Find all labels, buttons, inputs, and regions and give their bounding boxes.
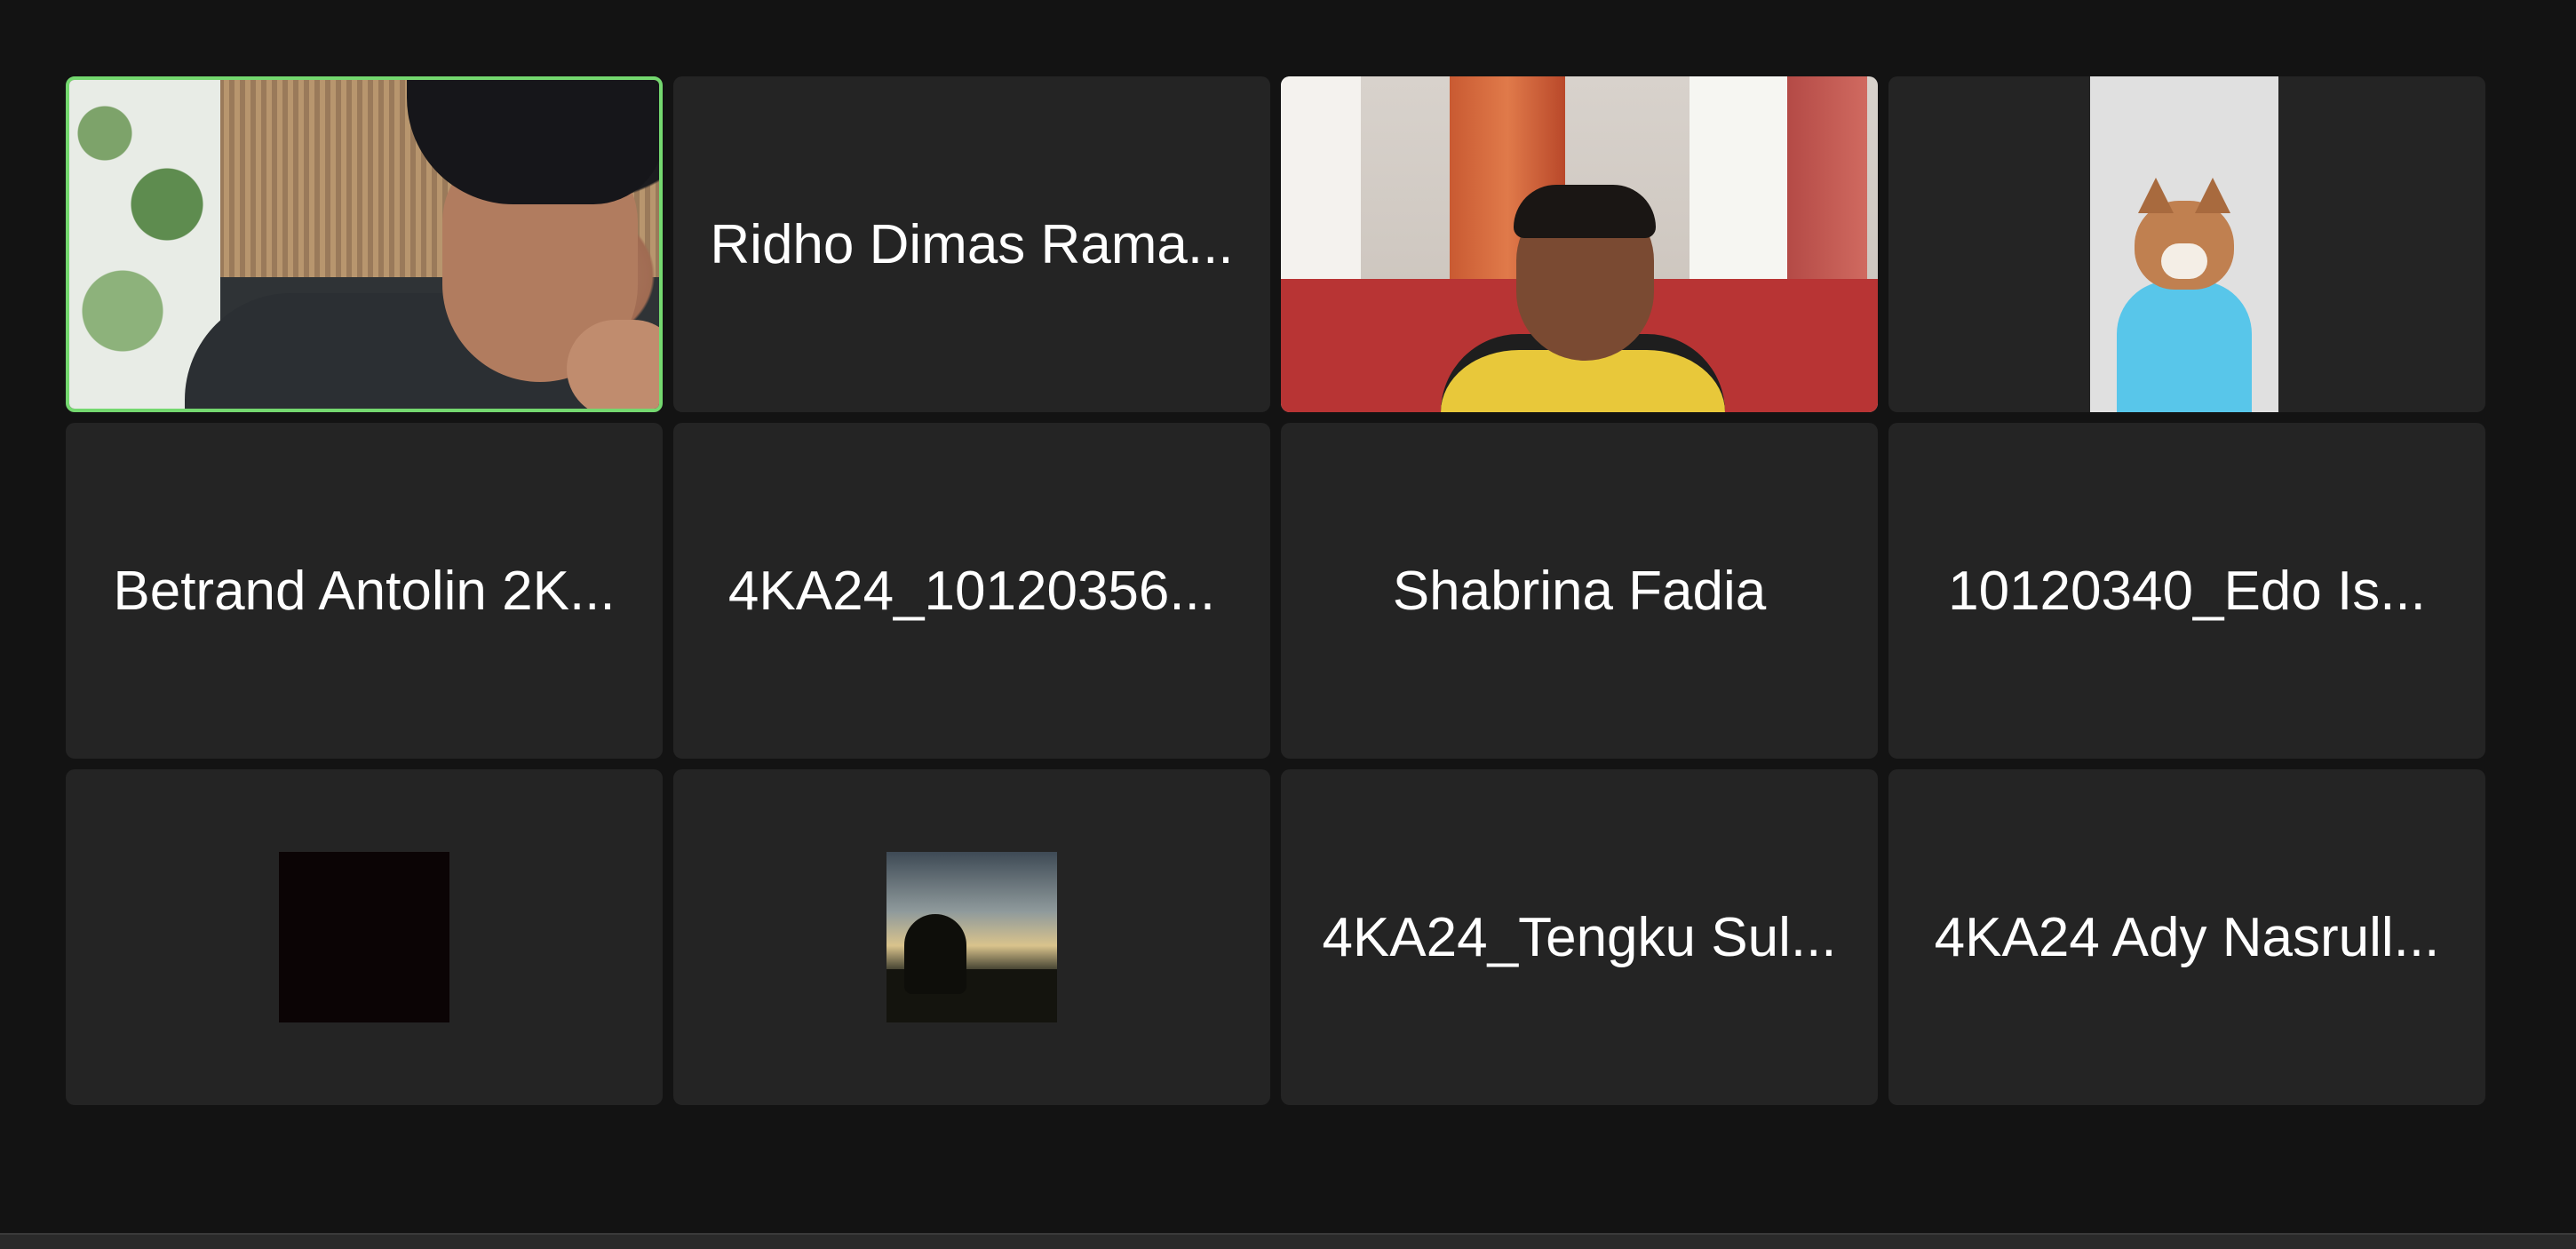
participant-tile[interactable]: Ridho Dimas Rama...: [673, 76, 1270, 412]
participant-name: Ridho Dimas Rama...: [710, 213, 1234, 275]
participant-tile[interactable]: Betrand Antolin 2K...: [66, 423, 663, 759]
profile-picture: [886, 852, 1057, 1022]
participant-tile[interactable]: 4KA24_Tengku Sul...: [1281, 769, 1878, 1105]
participant-video: [1281, 76, 1878, 412]
participant-grid: Ridho Dimas Rama... Betrand Antolin 2K..…: [66, 76, 2486, 1105]
cat-avatar: [2090, 76, 2278, 412]
participant-tile[interactable]: 10120340_Edo Is...: [1888, 423, 2485, 759]
participant-name: 4KA24 Ady Nasrull...: [1934, 906, 2440, 968]
participant-name: 10120340_Edo Is...: [1948, 560, 2426, 622]
participant-name: 4KA24_Tengku Sul...: [1322, 906, 1837, 968]
participant-name: Shabrina Fadia: [1392, 560, 1767, 622]
participant-video: [69, 80, 659, 409]
participant-tile-active-speaker[interactable]: [66, 76, 663, 412]
meeting-gallery-view: Ridho Dimas Rama... Betrand Antolin 2K..…: [0, 0, 2576, 1233]
participant-tile[interactable]: [1281, 76, 1878, 412]
filmstrip-edge: [0, 1233, 2576, 1249]
participant-tile[interactable]: 4KA24_10120356...: [673, 423, 1270, 759]
participant-tile[interactable]: [66, 769, 663, 1105]
participant-name: Betrand Antolin 2K...: [113, 560, 616, 622]
participant-tile[interactable]: [673, 769, 1270, 1105]
participant-name: 4KA24_10120356...: [727, 560, 1216, 622]
profile-picture: [279, 852, 449, 1022]
participant-tile[interactable]: Shabrina Fadia: [1281, 423, 1878, 759]
participant-tile[interactable]: [1888, 76, 2485, 412]
participant-tile[interactable]: 4KA24 Ady Nasrull...: [1888, 769, 2485, 1105]
